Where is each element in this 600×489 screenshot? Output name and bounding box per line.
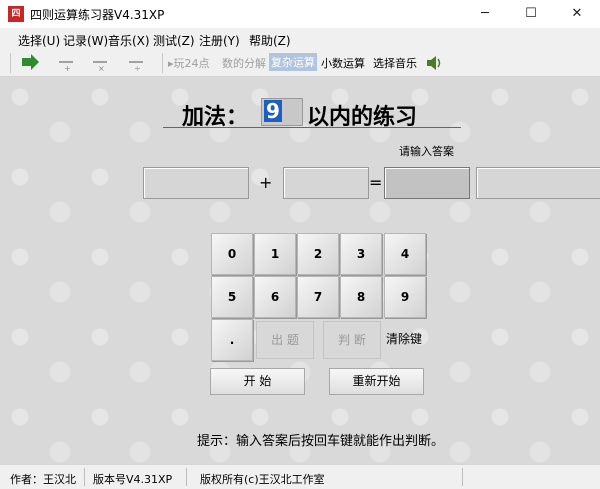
toolbar-separator [162, 53, 163, 73]
key-9[interactable]: 9 [384, 276, 426, 318]
key-3[interactable]: 3 [340, 233, 382, 275]
equals-sign: = [369, 173, 383, 192]
toolbar-decompose[interactable]: 数的分解 [222, 55, 266, 71]
speaker-icon[interactable] [424, 54, 444, 72]
copyright-label: 版权所有(c)王汉北工作室 [200, 473, 325, 486]
exercise-heading: 加法： 9 以内的练习 [0, 95, 600, 130]
svg-text:×: × [98, 64, 105, 72]
add-icon[interactable]: + [56, 54, 76, 72]
restart-button[interactable]: 重新开始 [329, 368, 424, 395]
toolbar: + × ÷ ▸玩24点 数的分解 复杂运算 小数运算 选择音乐 [0, 50, 600, 77]
toolbar-complex-ops[interactable]: 复杂运算 [269, 53, 317, 71]
status-separator [84, 468, 85, 486]
menu-help[interactable]: 帮助(Z) [249, 32, 291, 49]
key-7[interactable]: 7 [297, 276, 339, 318]
go-arrow-icon[interactable] [20, 54, 40, 72]
app-window: 四 四则运算练习器V4.31XP ─ ☐ ✕ 选择(U) 记录(W) 音乐(X)… [0, 0, 600, 489]
subtract-icon[interactable]: × [90, 54, 110, 72]
start-button[interactable]: 开 始 [210, 368, 305, 395]
multiply-icon[interactable]: ÷ [126, 54, 146, 72]
toolbar-decimal-ops[interactable]: 小数运算 [321, 55, 365, 71]
title-bar: 四 四则运算练习器V4.31XP ─ ☐ ✕ [0, 0, 600, 28]
author-label: 作者：王汉北 [10, 473, 76, 486]
answer-hint: 请输入答案 [399, 145, 454, 158]
maximize-button[interactable]: ☐ [508, 0, 554, 28]
toolbar-choose-music[interactable]: 选择音乐 [373, 55, 417, 71]
menu-select[interactable]: 选择(U) [18, 32, 60, 49]
menu-music[interactable]: 音乐(X) [108, 32, 150, 49]
judge-button[interactable]: 判 断 [323, 321, 381, 359]
range-input[interactable]: 9 [261, 98, 303, 126]
key-0[interactable]: 0 [211, 233, 253, 275]
operand-2-box [283, 167, 369, 199]
range-value: 9 [264, 99, 282, 123]
status-separator [186, 468, 187, 486]
result-box [476, 167, 600, 199]
menu-register[interactable]: 注册(Y) [199, 32, 240, 49]
menu-bar: 选择(U) 记录(W) 音乐(X) 测试(Z) 注册(Y) 帮助(Z) [0, 28, 600, 50]
plus-sign: + [259, 173, 273, 192]
key-4[interactable]: 4 [384, 233, 426, 275]
heading-underline [163, 127, 461, 128]
close-button[interactable]: ✕ [554, 0, 600, 28]
menu-record[interactable]: 记录(W) [63, 32, 108, 49]
minimize-button[interactable]: ─ [462, 0, 508, 28]
toolbar-separator [10, 53, 11, 73]
status-bar: 作者：王汉北 版本号V4.31XP 版权所有(c)王汉北工作室 [0, 464, 600, 489]
svg-text:+: + [64, 64, 71, 72]
app-icon: 四 [8, 6, 24, 22]
menu-test[interactable]: 测试(Z) [153, 32, 195, 49]
key-1[interactable]: 1 [254, 233, 296, 275]
clear-button[interactable]: 清除键 [384, 319, 424, 359]
answer-input[interactable] [384, 167, 470, 199]
tip-text: 提示：输入答案后按回车键就能作出判断。 [197, 434, 445, 449]
operand-1-box [143, 167, 249, 199]
key-2[interactable]: 2 [297, 233, 339, 275]
key-6[interactable]: 6 [254, 276, 296, 318]
version-label: 版本号V4.31XP [93, 473, 173, 486]
toolbar-24-points[interactable]: ▸玩24点 [168, 55, 210, 71]
key-dot[interactable]: . [211, 319, 253, 361]
svg-text:÷: ÷ [134, 64, 141, 72]
key-8[interactable]: 8 [340, 276, 382, 318]
key-5[interactable]: 5 [211, 276, 253, 318]
status-separator [462, 468, 463, 486]
window-title: 四则运算练习器V4.31XP [30, 8, 165, 22]
practice-area: 加法： 9 以内的练习 请输入答案 + = 0 1 2 3 4 5 6 7 8 … [0, 77, 600, 464]
question-button[interactable]: 出 题 [256, 321, 314, 359]
